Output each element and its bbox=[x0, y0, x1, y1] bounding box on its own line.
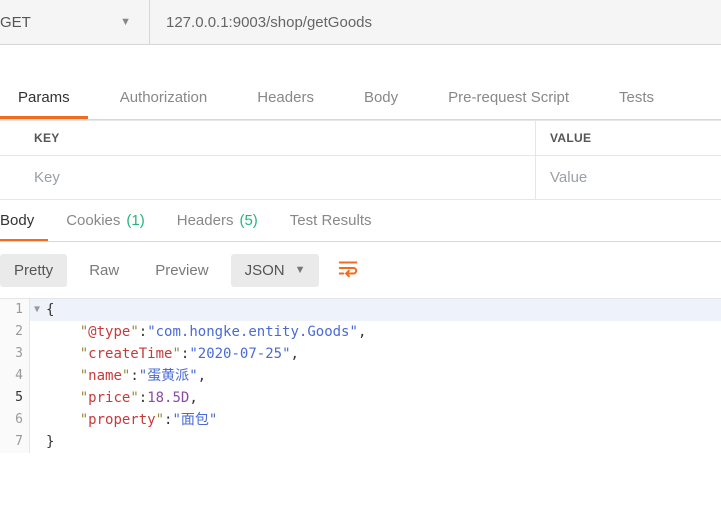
tab-body[interactable]: Body bbox=[346, 89, 416, 119]
request-bar: GET ▼ 127.0.0.1:9003/shop/getGoods bbox=[0, 0, 721, 45]
tab-response-body-label: Body bbox=[0, 212, 34, 229]
json-key: name bbox=[88, 368, 122, 384]
json-value: 18.5D bbox=[147, 390, 189, 406]
code-line: 2 "@type":"com.hongke.entity.Goods", bbox=[0, 321, 721, 343]
tab-response-tests[interactable]: Test Results bbox=[290, 212, 386, 241]
tab-response-cookies-label: Cookies bbox=[66, 212, 120, 229]
value-input[interactable]: Value bbox=[536, 156, 721, 200]
line-number: 5 bbox=[0, 387, 30, 409]
params-header-row: KEY VALUE bbox=[0, 121, 721, 156]
request-tabs: Params Authorization Headers Body Pre-re… bbox=[0, 80, 721, 120]
tab-params[interactable]: Params bbox=[0, 89, 88, 119]
tab-tests[interactable]: Tests bbox=[601, 89, 672, 119]
raw-button[interactable]: Raw bbox=[75, 254, 133, 287]
code-line: 5 "price":18.5D, bbox=[0, 387, 721, 409]
code-line: 7 } bbox=[0, 431, 721, 453]
line-number: 7 bbox=[0, 431, 30, 453]
format-select[interactable]: JSON ▼ bbox=[231, 254, 320, 287]
line-number: 3 bbox=[0, 343, 30, 365]
preview-button[interactable]: Preview bbox=[141, 254, 222, 287]
tab-response-tests-label: Test Results bbox=[290, 212, 372, 229]
headers-count: (5) bbox=[239, 212, 257, 229]
json-key: @type bbox=[88, 324, 130, 340]
tab-response-headers[interactable]: Headers (5) bbox=[177, 212, 272, 241]
response-body[interactable]: 1 ▼ { 2 "@type":"com.hongke.entity.Goods… bbox=[0, 298, 721, 453]
params-table: KEY VALUE Key Value bbox=[0, 120, 721, 200]
tab-response-cookies[interactable]: Cookies (1) bbox=[66, 212, 159, 241]
json-key: price bbox=[88, 390, 130, 406]
json-value: com.hongke.entity.Goods bbox=[156, 324, 350, 340]
json-value: 面包 bbox=[181, 412, 209, 428]
method-label: GET bbox=[0, 14, 31, 31]
pretty-button[interactable]: Pretty bbox=[0, 254, 67, 287]
code-line: 3 "createTime":"2020-07-25", bbox=[0, 343, 721, 365]
response-tabs: Body Cookies (1) Headers (5) Test Result… bbox=[0, 200, 721, 242]
json-key: property bbox=[88, 412, 155, 428]
fold-icon[interactable]: ▼ bbox=[30, 299, 44, 321]
code-line: 4 "name":"蛋黄派", bbox=[0, 365, 721, 387]
column-value: VALUE bbox=[536, 121, 721, 156]
tab-headers[interactable]: Headers bbox=[239, 89, 332, 119]
tab-prerequest[interactable]: Pre-request Script bbox=[430, 89, 587, 119]
line-number: 1 bbox=[0, 299, 30, 321]
tab-response-headers-label: Headers bbox=[177, 212, 234, 229]
format-label: JSON bbox=[245, 262, 285, 279]
json-value: 蛋黄派 bbox=[147, 368, 189, 384]
params-row: Key Value bbox=[0, 156, 721, 200]
url-value: 127.0.0.1:9003/shop/getGoods bbox=[166, 14, 372, 31]
chevron-down-icon: ▼ bbox=[295, 264, 306, 276]
line-number: 2 bbox=[0, 321, 30, 343]
line-number: 6 bbox=[0, 409, 30, 431]
line-number: 4 bbox=[0, 365, 30, 387]
tab-authorization[interactable]: Authorization bbox=[102, 89, 226, 119]
code-line: 6 "property":"面包" bbox=[0, 409, 721, 431]
wrap-icon bbox=[337, 257, 359, 283]
json-key: createTime bbox=[88, 346, 172, 362]
method-select[interactable]: GET ▼ bbox=[0, 0, 150, 44]
wrap-lines-button[interactable] bbox=[327, 251, 369, 289]
chevron-down-icon: ▼ bbox=[120, 16, 131, 28]
url-input[interactable]: 127.0.0.1:9003/shop/getGoods bbox=[150, 0, 721, 44]
column-key: KEY bbox=[0, 121, 536, 156]
brace-open: { bbox=[46, 302, 54, 318]
json-value: 2020-07-25 bbox=[198, 346, 282, 362]
tab-response-body[interactable]: Body bbox=[0, 212, 48, 241]
cookies-count: (1) bbox=[126, 212, 144, 229]
key-input[interactable]: Key bbox=[0, 156, 536, 200]
brace-close: } bbox=[46, 434, 54, 450]
code-line: 1 ▼ { bbox=[0, 299, 721, 321]
body-toolbar: Pretty Raw Preview JSON ▼ bbox=[0, 242, 721, 298]
